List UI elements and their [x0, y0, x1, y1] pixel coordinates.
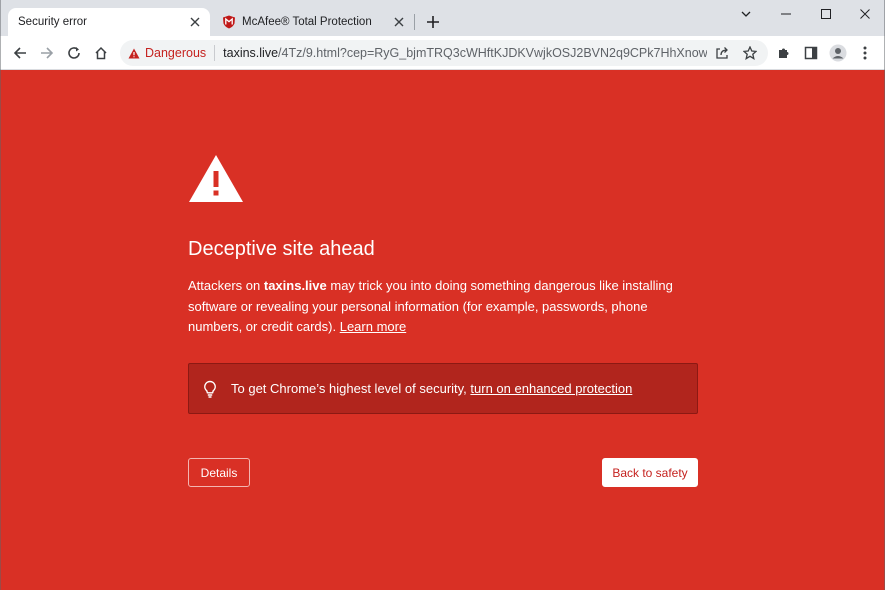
- maximize-icon[interactable]: [806, 2, 846, 26]
- page-heading: Deceptive site ahead: [188, 238, 375, 260]
- more-menu-icon[interactable]: [853, 41, 877, 65]
- warning-description: Attackers on taxins.live may trick you i…: [188, 276, 700, 338]
- reload-icon[interactable]: [62, 41, 86, 65]
- tab-title: McAfee® Total Protection: [242, 16, 372, 28]
- window-border-left: [0, 0, 1, 590]
- lightbulb-icon: [201, 380, 219, 398]
- back-arrow-icon[interactable]: [8, 41, 32, 65]
- bookmark-star-icon[interactable]: [738, 41, 762, 65]
- learn-more-link[interactable]: Learn more: [340, 319, 406, 334]
- url-text: taxins.live/4Tz/9.html?cep=RyG_bjmTRQ3cW…: [223, 46, 707, 60]
- tab-separator: [414, 14, 415, 30]
- close-window-icon[interactable]: [845, 2, 885, 26]
- promo-text: To get Chrome’s highest level of securit…: [231, 381, 632, 396]
- close-icon[interactable]: [390, 13, 408, 31]
- address-bar[interactable]: Dangerous taxins.live/4Tz/9.html?cep=RyG…: [120, 40, 768, 66]
- interstitial-page: Deceptive site ahead Attackers on taxins…: [0, 70, 885, 590]
- forward-arrow-icon[interactable]: [35, 41, 59, 65]
- warning-triangle-icon: [188, 154, 244, 209]
- profile-avatar-icon[interactable]: [826, 41, 850, 65]
- side-panel-icon[interactable]: [799, 41, 823, 65]
- toolbar: Dangerous taxins.live/4Tz/9.html?cep=RyG…: [0, 36, 885, 70]
- desc-prefix: Attackers on: [188, 278, 264, 293]
- tab-strip: Security error McAfee® Total Protection: [0, 0, 885, 36]
- security-chip[interactable]: Dangerous: [128, 45, 216, 61]
- extensions-puzzle-icon[interactable]: [772, 41, 796, 65]
- tab-security-error[interactable]: Security error: [8, 8, 210, 36]
- minimize-icon[interactable]: [766, 2, 806, 26]
- mcafee-shield-icon: [222, 15, 236, 29]
- url-host: taxins.live: [223, 46, 279, 60]
- enhanced-protection-promo: To get Chrome’s highest level of securit…: [188, 363, 698, 414]
- home-icon[interactable]: [89, 41, 113, 65]
- tab-search-icon[interactable]: [726, 2, 766, 26]
- url-path: /4Tz/9.html?cep=RyG_bjmTRQ3cWHftKJDKVwjk…: [278, 46, 708, 60]
- close-icon[interactable]: [186, 13, 204, 31]
- new-tab-icon[interactable]: [422, 11, 444, 33]
- enhanced-protection-link[interactable]: turn on enhanced protection: [470, 381, 632, 396]
- share-icon[interactable]: [710, 41, 734, 65]
- security-chip-label: Dangerous: [145, 46, 207, 60]
- promo-text-prefix: To get Chrome’s highest level of securit…: [231, 381, 471, 396]
- tab-title: Security error: [18, 16, 88, 28]
- desc-site: taxins.live: [263, 278, 327, 293]
- browser-window: Security error McAfee® Total Protection: [0, 0, 885, 590]
- tab-mcafee[interactable]: McAfee® Total Protection: [214, 8, 414, 36]
- back-to-safety-button[interactable]: Back to safety: [602, 458, 698, 487]
- details-button[interactable]: Details: [188, 458, 250, 487]
- warning-triangle-icon: [128, 48, 140, 58]
